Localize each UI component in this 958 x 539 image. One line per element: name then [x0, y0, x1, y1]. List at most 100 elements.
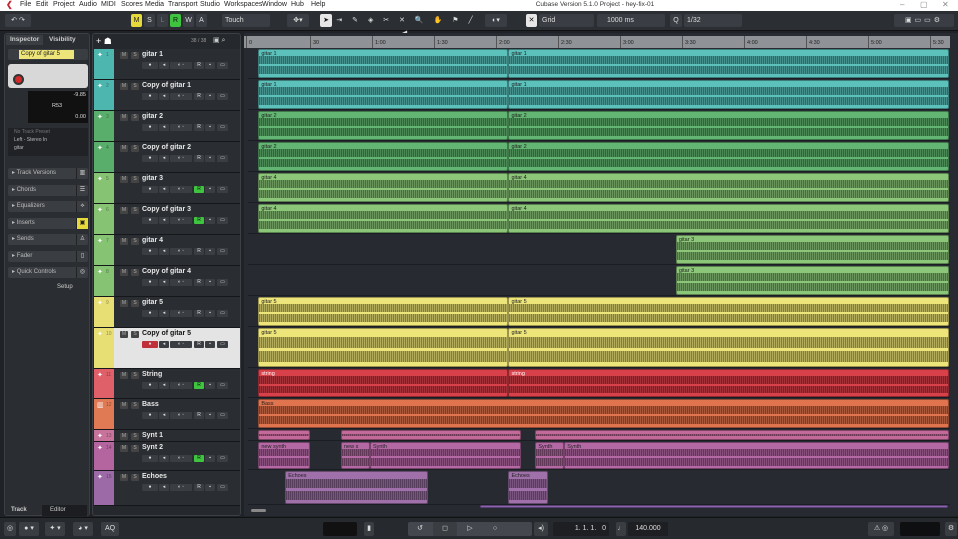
write-automation-button[interactable]: ▪: [205, 279, 215, 286]
record-enable-button[interactable]: ●: [142, 484, 158, 491]
grid-type-select[interactable]: Grid: [539, 14, 594, 27]
record-enable-button[interactable]: ●: [142, 186, 158, 193]
mute-button[interactable]: M: [120, 433, 128, 440]
edit-channel-button[interactable]: ▭: [217, 455, 228, 462]
menu-hub[interactable]: Hub: [291, 1, 304, 8]
audio-event[interactable]: gitar 4: [508, 204, 949, 233]
mute-button[interactable]: M: [120, 300, 128, 307]
lock-button[interactable]: ◐ ◦: [170, 279, 192, 286]
snap-mode-button[interactable]: ◐▾: [485, 14, 507, 27]
track-search-icon[interactable]: ▣ ⌕: [213, 36, 225, 45]
transport-settings-icon[interactable]: ⚙: [945, 522, 957, 536]
audio-event[interactable]: gitar 2: [258, 111, 509, 140]
monitor-button[interactable]: ◂: [159, 382, 169, 389]
track-header[interactable]: ✦ 11 M S String ● ◂ ◐ ◦ R ▪ ▭: [94, 369, 240, 399]
channel-settings[interactable]: -9.85 R53 0.00: [28, 91, 88, 123]
record-enable-button[interactable]: ●: [142, 124, 158, 131]
inspector-section-chords[interactable]: ▸ Chords ☰: [8, 184, 88, 196]
track-header[interactable]: ✦ 1 M Sgitar 1 ● ◂ ◐ ◦ R ▪ ▭: [94, 49, 240, 80]
setup-button[interactable]: Setup: [57, 284, 73, 290]
monitor-button[interactable]: ◂: [159, 455, 169, 462]
audio-event[interactable]: new synth: [258, 442, 310, 469]
solo-button[interactable]: S: [131, 207, 139, 214]
audio-event[interactable]: gitar 3: [675, 266, 949, 295]
track-lane[interactable]: gitar 3: [248, 265, 950, 296]
minimize-icon[interactable]: –: [900, 0, 904, 9]
inspector-track-header[interactable]: Copy of gitar 5: [8, 49, 88, 60]
edit-channel-button[interactable]: ▭: [217, 217, 228, 224]
track-name[interactable]: Copy of gitar 3: [142, 206, 191, 213]
record-enable-button[interactable]: ●: [142, 279, 158, 286]
solo-button[interactable]: S: [131, 176, 139, 183]
tab-track[interactable]: Track: [11, 507, 27, 513]
read-automation-button[interactable]: R: [194, 248, 204, 255]
cubase-logo-icon[interactable]: ❮: [6, 0, 13, 9]
audio-event[interactable]: Synth: [564, 442, 949, 469]
track-header[interactable]: ✦ 5 M Sgitar 3 ● ◂ ◐ ◦ R ▪ ▭: [94, 173, 240, 204]
audio-event[interactable]: string: [258, 369, 509, 397]
output-routing[interactable]: gitar: [8, 144, 88, 152]
audio-event[interactable]: gitar 4: [258, 204, 509, 233]
mute-all-button[interactable]: M: [131, 14, 142, 27]
track-header[interactable]: ✦ 9 M Sgitar 5 ● ◂ ◐ ◦ R ▪ ▭: [94, 297, 240, 328]
edit-channel-button[interactable]: ▭: [217, 412, 228, 419]
write-automation-button[interactable]: ▪: [205, 62, 215, 69]
stop-button[interactable]: ◻: [433, 522, 457, 536]
write-automation-button[interactable]: ▪: [205, 186, 215, 193]
autoscroll-button[interactable]: ✥▾: [287, 14, 309, 27]
lock-button[interactable]: ◐ ◦: [170, 186, 192, 193]
tempo-icon[interactable]: ♩: [616, 522, 626, 536]
write-automation-button[interactable]: ▪: [205, 155, 215, 162]
mute-button[interactable]: M: [120, 207, 128, 214]
menu-transport[interactable]: Transport: [168, 1, 198, 8]
mute-button[interactable]: M: [120, 402, 128, 409]
audio-event[interactable]: gitar 1: [258, 49, 509, 78]
inspector-section-inserts[interactable]: ▸ Inserts ▣: [8, 217, 88, 229]
monitor-button[interactable]: ◂: [159, 62, 169, 69]
tab-editor[interactable]: Editor: [42, 505, 87, 516]
write-automation-button[interactable]: ▪: [205, 412, 215, 419]
track-lane[interactable]: gitar 2 gitar 2: [248, 141, 950, 172]
track-header[interactable]: ✦ 13 M S Synt 1: [94, 430, 240, 442]
track-name[interactable]: Synt 2: [142, 444, 163, 451]
inspector-section-fader[interactable]: ▸ Fader ▯: [8, 250, 88, 262]
menu-edit[interactable]: Edit: [36, 1, 48, 8]
audio-event[interactable]: Echoes: [285, 471, 428, 504]
menu-window[interactable]: Window: [262, 1, 287, 8]
monitor-button[interactable]: ◂: [159, 341, 169, 348]
listen-button[interactable]: L: [157, 14, 168, 27]
mute-button[interactable]: M: [120, 52, 128, 59]
solo-button[interactable]: S: [131, 474, 139, 481]
lock-button[interactable]: ◐ ◦: [170, 310, 192, 317]
track-lane[interactable]: [248, 429, 950, 441]
lock-button[interactable]: ◐ ◦: [170, 484, 192, 491]
audio-event[interactable]: gitar 1: [508, 80, 949, 109]
read-automation-button[interactable]: R: [194, 93, 204, 100]
write-automation-button[interactable]: ▪: [205, 217, 215, 224]
audio-event[interactable]: gitar 5: [258, 297, 509, 326]
write-automation-button[interactable]: ▪: [205, 484, 215, 491]
read-automation-button[interactable]: R: [194, 455, 204, 462]
lock-button[interactable]: ◐ ◦: [170, 455, 192, 462]
monitor-button[interactable]: ◂: [159, 186, 169, 193]
audio-event[interactable]: Synth: [535, 442, 565, 469]
pan-value[interactable]: R53: [52, 103, 62, 109]
track-header[interactable]: ✦ 8 M S Copy of gitar 4 ● ◂ ◐ ◦ R ▪ ▭: [94, 266, 240, 297]
audio-event[interactable]: gitar 1: [508, 49, 949, 78]
record-enable-button[interactable]: ●: [142, 412, 158, 419]
edit-channel-button[interactable]: ▭: [217, 155, 228, 162]
snap-toggle[interactable]: ✕: [526, 14, 537, 27]
write-automation-button[interactable]: ▪: [205, 124, 215, 131]
read-automation-button[interactable]: R: [194, 310, 204, 317]
tool-palette[interactable]: ⇥ ✎ ◈ ✂ ✕ 🔍 ✋ ⚑ ╱ ◀: [334, 14, 479, 37]
read-automation-button[interactable]: R: [194, 382, 204, 389]
auto-quantize-button[interactable]: AQ: [101, 522, 119, 536]
quantize-icon[interactable]: Q: [670, 14, 682, 27]
track-name[interactable]: String: [142, 371, 162, 378]
track-name[interactable]: Copy of gitar 2: [142, 144, 191, 151]
solo-button[interactable]: S: [131, 300, 139, 307]
audio-event[interactable]: gitar 5: [258, 328, 509, 367]
track-lane[interactable]: gitar 1 gitar 1: [248, 48, 950, 79]
track-name[interactable]: Bass: [142, 401, 159, 408]
monitor-button[interactable]: ◂: [159, 279, 169, 286]
